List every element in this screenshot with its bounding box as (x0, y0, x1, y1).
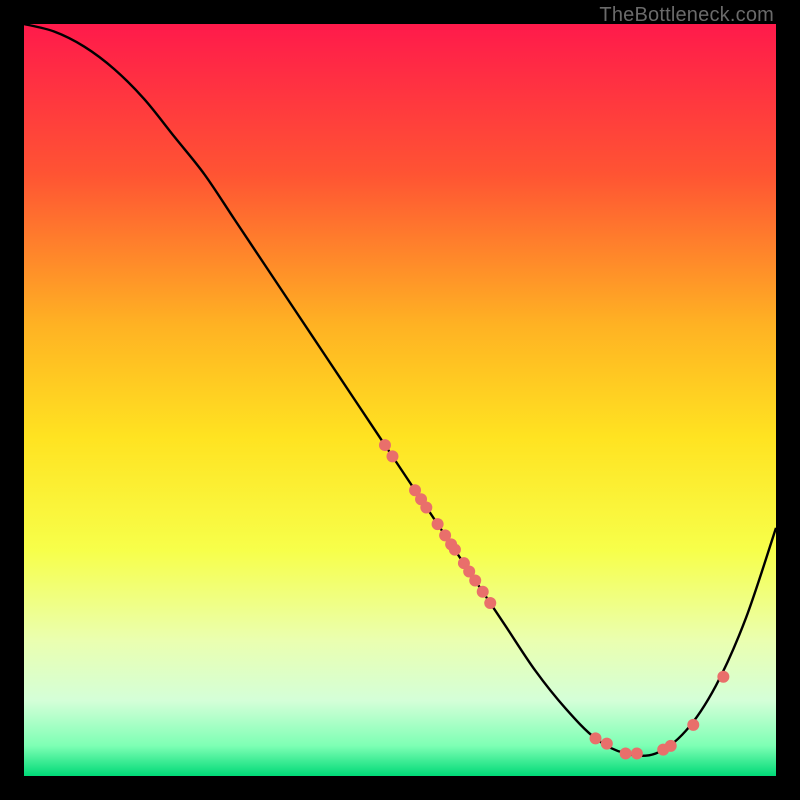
scatter-point (420, 502, 432, 514)
chart-background (24, 24, 776, 776)
scatter-point (665, 740, 677, 752)
scatter-point (432, 518, 444, 530)
scatter-point (590, 732, 602, 744)
scatter-point (717, 671, 729, 683)
chart-frame (24, 24, 776, 776)
scatter-point (477, 586, 489, 598)
scatter-point (484, 597, 496, 609)
scatter-point (631, 747, 643, 759)
scatter-point (687, 719, 699, 731)
scatter-point (379, 439, 391, 451)
scatter-point (469, 574, 481, 586)
scatter-point (601, 738, 613, 750)
chart-svg (24, 24, 776, 776)
scatter-point (449, 544, 461, 556)
watermark-text: TheBottleneck.com (599, 4, 774, 27)
scatter-point (386, 450, 398, 462)
scatter-point (620, 747, 632, 759)
